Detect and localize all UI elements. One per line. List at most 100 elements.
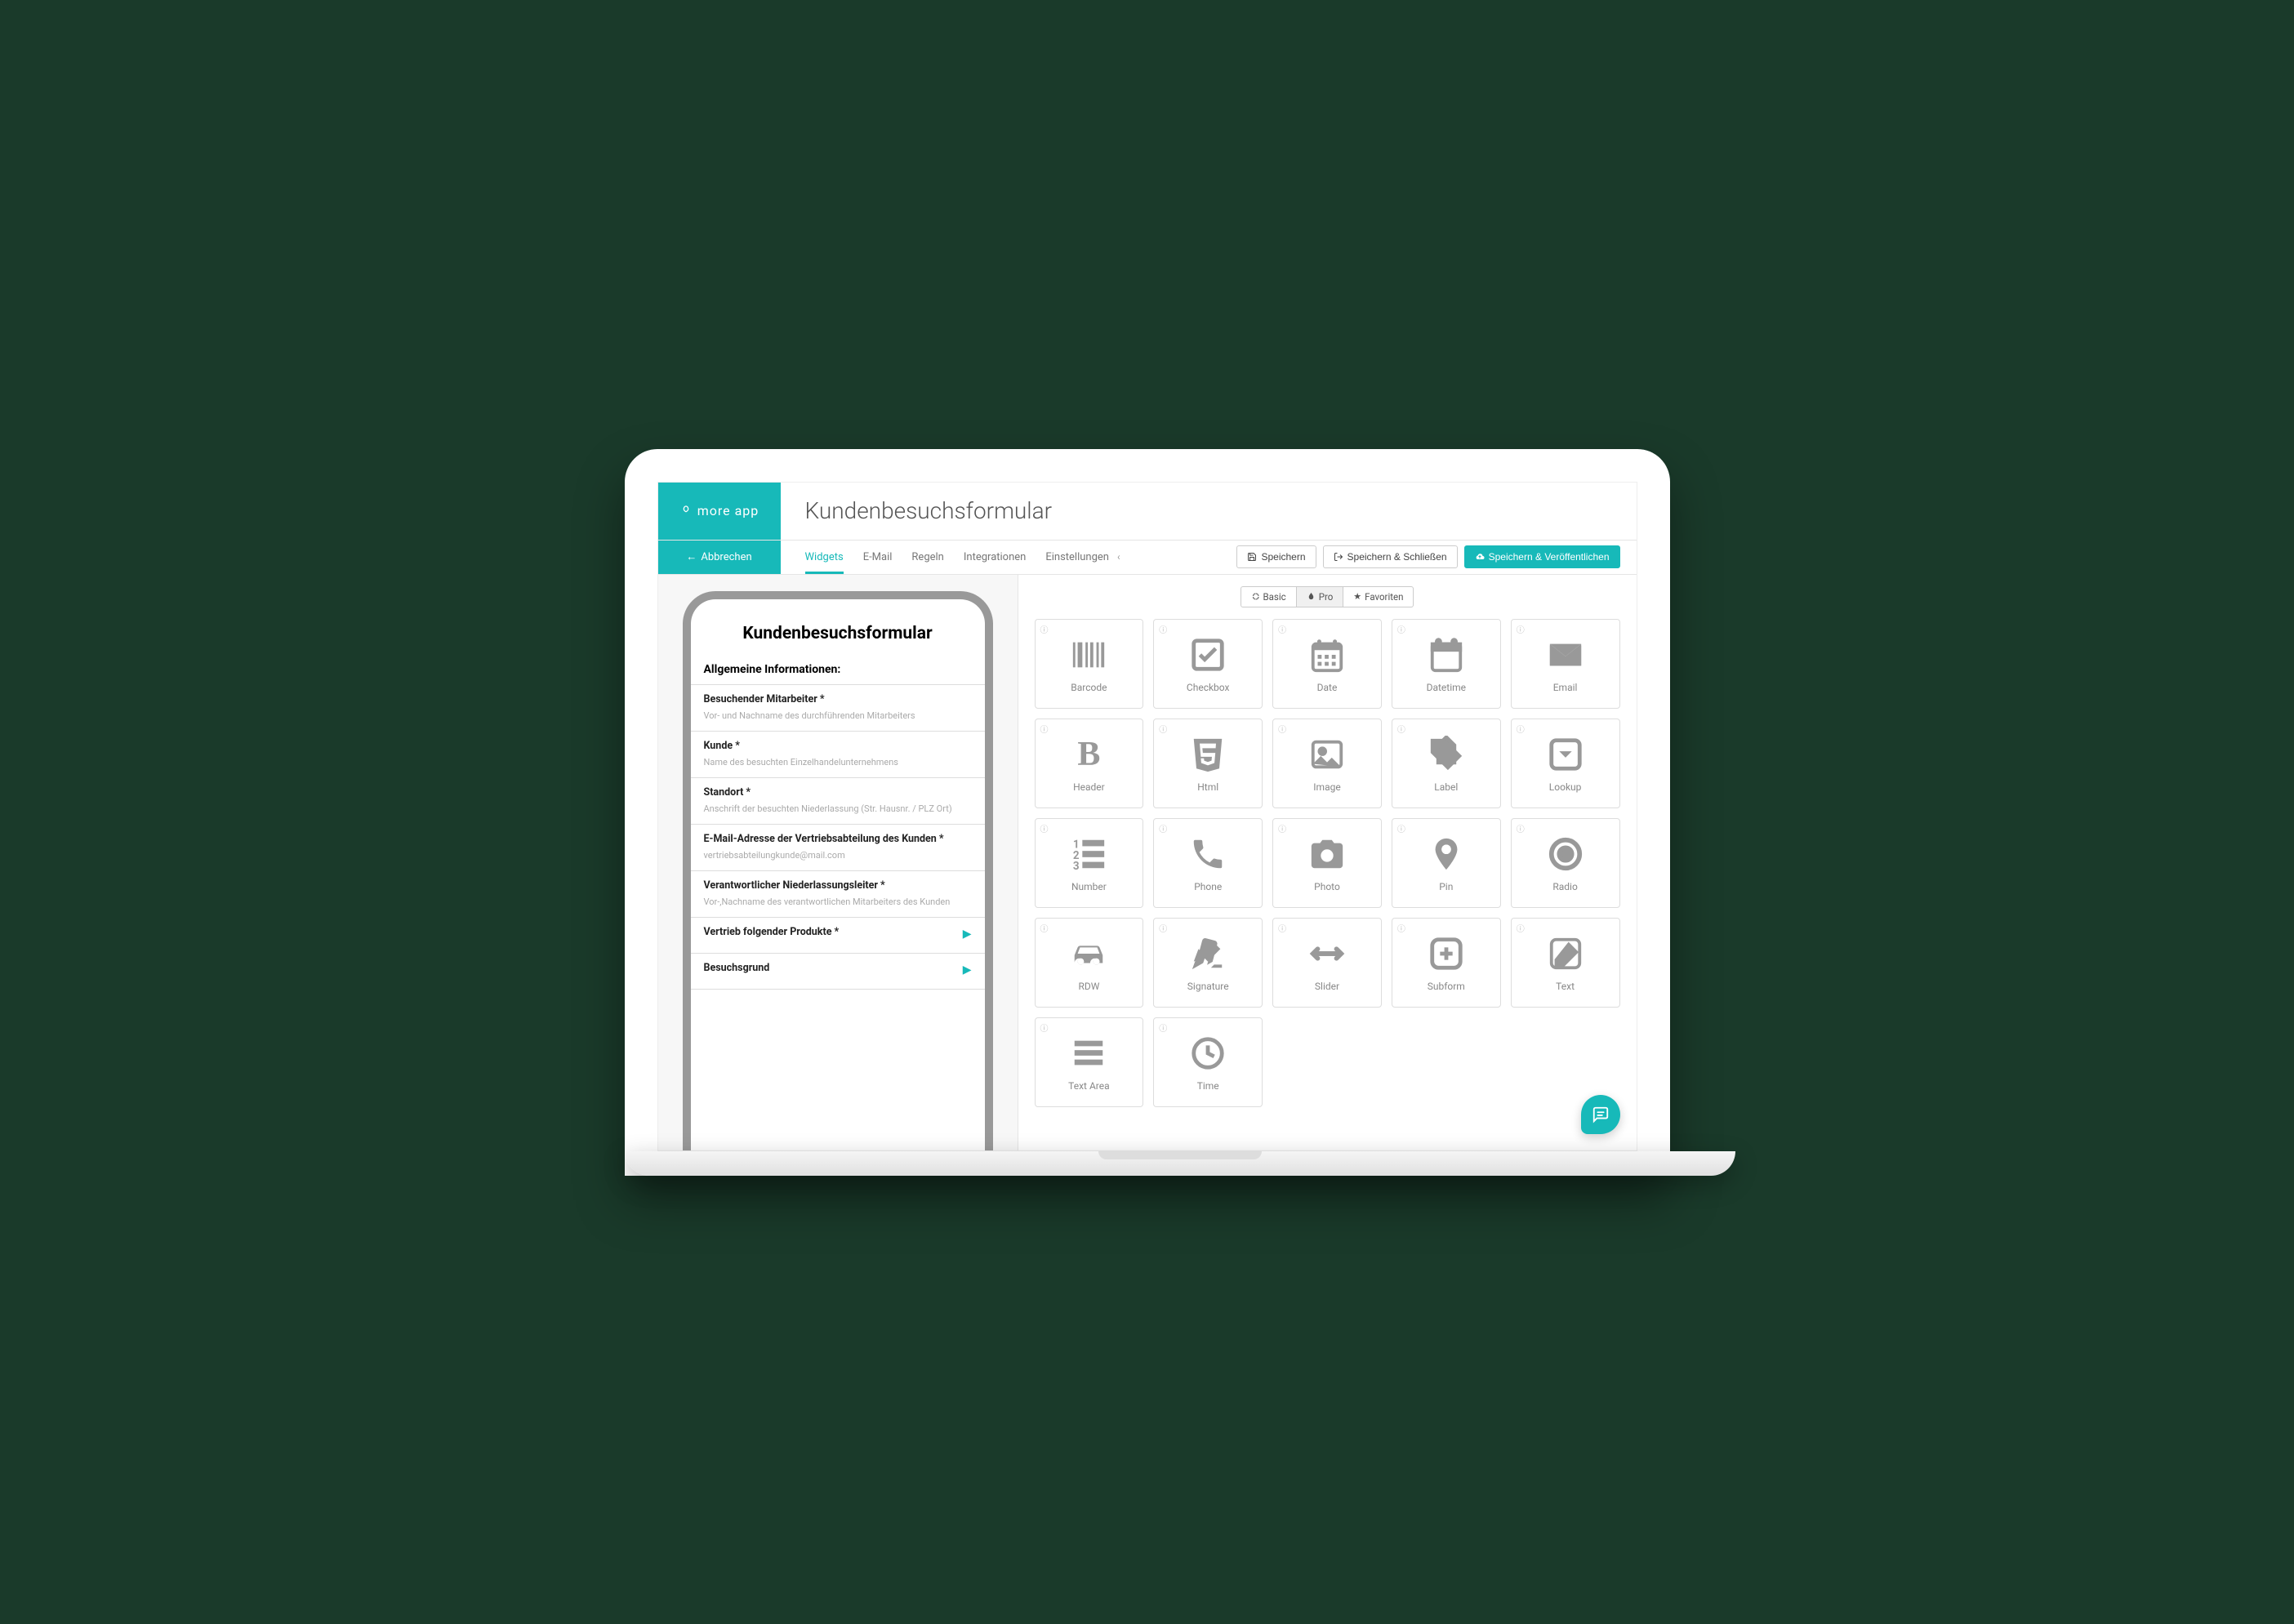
field-hint: Name des besuchten Einzelhandelunternehm… — [704, 757, 972, 768]
widget-slider[interactable]: ⓘ Slider — [1272, 918, 1382, 1008]
chevron-right-icon: ▶ — [963, 963, 972, 977]
info-icon[interactable]: ⓘ — [1517, 922, 1525, 934]
time-icon — [1187, 1033, 1228, 1074]
filter-pro[interactable]: Pro — [1297, 586, 1344, 607]
widget-number[interactable]: ⓘ123Number — [1035, 818, 1144, 908]
info-icon[interactable]: ⓘ — [1517, 623, 1525, 635]
barcode-icon — [1068, 634, 1109, 675]
info-icon[interactable]: ⓘ — [1159, 723, 1167, 735]
filter-basic[interactable]: Basic — [1241, 586, 1297, 607]
form-field[interactable]: Besuchsgrund▶ — [691, 953, 985, 990]
filter-favorites[interactable]: ★ Favoriten — [1343, 586, 1414, 607]
widget-subform[interactable]: ⓘSubform — [1392, 918, 1501, 1008]
form-field[interactable]: Besuchender Mitarbeiter *Vor- und Nachna… — [691, 684, 985, 731]
info-icon[interactable]: ⓘ — [1517, 822, 1525, 834]
widget-html[interactable]: ⓘ Html — [1153, 719, 1263, 808]
widget-label: Pin — [1439, 881, 1453, 892]
image-icon — [1307, 734, 1347, 775]
info-icon[interactable]: ⓘ — [1397, 623, 1405, 635]
tab-einstellungen[interactable]: Einstellungen — [1045, 541, 1109, 573]
radio-icon — [1545, 834, 1586, 874]
form-field[interactable]: Standort *Anschrift der besuchten Nieder… — [691, 777, 985, 824]
widget-label: Slider — [1315, 981, 1339, 992]
info-icon[interactable]: ⓘ — [1397, 723, 1405, 735]
widget-barcode[interactable]: ⓘBarcode — [1035, 619, 1144, 709]
label-icon — [1426, 734, 1467, 775]
info-icon[interactable]: ⓘ — [1040, 1021, 1049, 1034]
tab-regeln[interactable]: Regeln — [911, 541, 943, 573]
info-icon[interactable]: ⓘ — [1159, 922, 1167, 934]
save-button[interactable]: Speichern — [1236, 545, 1316, 568]
widget-palette-panel: Basic Pro ★ Favoriten ⓘBarcodeⓘCheckboxⓘ… — [1018, 575, 1637, 1151]
tab-integrationen[interactable]: Integrationen — [964, 541, 1026, 573]
email-icon — [1545, 634, 1586, 675]
field-label: Kunde * — [704, 740, 972, 752]
widget-checkbox[interactable]: ⓘCheckbox — [1153, 619, 1263, 709]
widget-datetime[interactable]: ⓘ Datetime — [1392, 619, 1501, 709]
info-icon[interactable]: ⓘ — [1397, 922, 1405, 934]
info-icon[interactable]: ⓘ — [1278, 822, 1286, 834]
widget-pin[interactable]: ⓘ Pin — [1392, 818, 1501, 908]
widget-label: RDW — [1078, 981, 1099, 992]
widget-phone[interactable]: ⓘPhone — [1153, 818, 1263, 908]
widget-label: Datetime — [1427, 682, 1466, 693]
form-title: Kundenbesuchsformular — [691, 616, 985, 658]
info-icon[interactable]: ⓘ — [1040, 922, 1049, 934]
info-icon[interactable]: ⓘ — [1040, 723, 1049, 735]
info-icon[interactable]: ⓘ — [1040, 822, 1049, 834]
tabs-scroll-left-icon[interactable]: ‹ — [1109, 551, 1129, 563]
section-heading: Allgemeine Informationen: — [691, 658, 985, 684]
info-icon[interactable]: ⓘ — [1040, 623, 1049, 635]
widget-email[interactable]: ⓘEmail — [1511, 619, 1620, 709]
tab-widgets[interactable]: Widgets — [805, 541, 844, 573]
info-icon[interactable]: ⓘ — [1278, 922, 1286, 934]
save-publish-button[interactable]: Speichern & Veröffentlichen — [1464, 545, 1620, 568]
widget-lookup[interactable]: ⓘLookup — [1511, 719, 1620, 808]
info-icon[interactable]: ⓘ — [1278, 623, 1286, 635]
widget-text[interactable]: ⓘText — [1511, 918, 1620, 1008]
info-icon[interactable]: ⓘ — [1278, 723, 1286, 735]
cancel-button[interactable]: ←Abbrechen — [658, 541, 781, 574]
widget-label: Header — [1073, 781, 1105, 793]
widget-label: Text Area — [1068, 1080, 1109, 1092]
widget-signature[interactable]: ⓘSignature — [1153, 918, 1263, 1008]
save-close-button[interactable]: Speichern & Schließen — [1323, 545, 1458, 568]
widget-radio[interactable]: ⓘRadio — [1511, 818, 1620, 908]
form-field[interactable]: Verantwortlicher Niederlassungsleiter *V… — [691, 870, 985, 917]
widget-date[interactable]: ⓘDate — [1272, 619, 1382, 709]
form-field[interactable]: E-Mail-Adresse der Vertriebsabteilung de… — [691, 824, 985, 870]
widget-label[interactable]: ⓘLabel — [1392, 719, 1501, 808]
form-preview-panel: Kundenbesuchsformular Allgemeine Informa… — [658, 575, 1018, 1151]
widget-textarea[interactable]: ⓘ Text Area — [1035, 1017, 1144, 1107]
widget-image[interactable]: ⓘImage — [1272, 719, 1382, 808]
widget-time[interactable]: ⓘTime — [1153, 1017, 1263, 1107]
info-icon[interactable]: ⓘ — [1159, 1021, 1167, 1034]
widget-header[interactable]: ⓘBHeader — [1035, 719, 1144, 808]
field-hint: vertriebsabteilungkunde@mail.com — [704, 850, 972, 861]
signature-icon — [1187, 933, 1228, 974]
chat-button[interactable] — [1581, 1095, 1620, 1134]
info-icon[interactable]: ⓘ — [1159, 623, 1167, 635]
field-hint: Vor-,Nachname des verantwortlichen Mitar… — [704, 897, 972, 907]
info-icon[interactable]: ⓘ — [1397, 822, 1405, 834]
widget-rdw[interactable]: ⓘ RDW — [1035, 918, 1144, 1008]
photo-icon — [1307, 834, 1347, 874]
field-hint: Anschrift der besuchten Niederlassung (S… — [704, 803, 972, 814]
form-field[interactable]: Vertrieb folgender Produkte *▶ — [691, 917, 985, 953]
phone-icon — [1187, 834, 1228, 874]
field-hint: Vor- und Nachname des durchführenden Mit… — [704, 710, 972, 721]
save-close-label: Speichern & Schließen — [1347, 551, 1447, 563]
filter-favorites-label: Favoriten — [1365, 591, 1403, 603]
filter-basic-label: Basic — [1263, 591, 1286, 603]
widget-photo[interactable]: ⓘPhoto — [1272, 818, 1382, 908]
form-field[interactable]: Kunde * Name des besuchten Einzelhandelun… — [691, 731, 985, 777]
info-icon[interactable]: ⓘ — [1517, 723, 1525, 735]
info-icon[interactable]: ⓘ — [1159, 822, 1167, 834]
tab-e-mail[interactable]: E-Mail — [863, 541, 893, 573]
device-frame: Kundenbesuchsformular Allgemeine Informa… — [683, 591, 993, 1151]
rdw-icon — [1068, 933, 1109, 974]
widget-label: Html — [1197, 781, 1218, 793]
brand-logo[interactable]: more app — [658, 483, 781, 540]
lookup-icon — [1545, 734, 1586, 775]
field-label: E-Mail-Adresse der Vertriebsabteilung de… — [704, 833, 972, 845]
